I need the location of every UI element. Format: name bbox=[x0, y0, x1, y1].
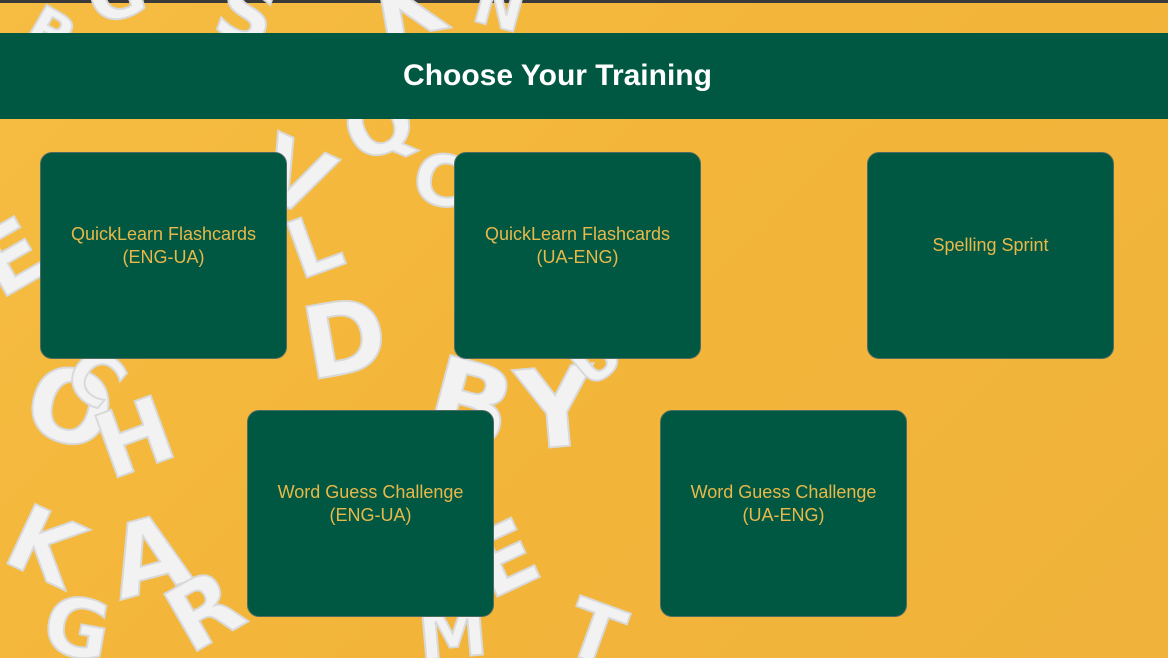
training-card-label: QuickLearn Flashcards (UA-ENG) bbox=[484, 223, 671, 267]
training-card-label: Word Guess Challenge (ENG-UA) bbox=[277, 481, 464, 525]
training-card-label: Word Guess Challenge (UA-ENG) bbox=[690, 481, 877, 525]
svg-text:D: D bbox=[294, 274, 396, 404]
training-card-label: Spelling Sprint bbox=[932, 235, 1049, 255]
svg-text:K: K bbox=[0, 485, 101, 611]
svg-text:R: R bbox=[149, 548, 262, 658]
training-card-word-guess-ua-eng[interactable]: Word Guess Challenge (UA-ENG) bbox=[660, 410, 907, 617]
svg-text:G: G bbox=[37, 577, 118, 658]
svg-text:H: H bbox=[82, 376, 189, 500]
page-title: Choose Your Training bbox=[403, 59, 712, 92]
header-bar: Choose Your Training bbox=[0, 33, 1168, 119]
training-selection-page: G S K B N V Q C L D B Y E O H K A G R E … bbox=[0, 0, 1168, 658]
svg-text:T: T bbox=[554, 580, 637, 658]
training-card-word-guess-eng-ua[interactable]: Word Guess Challenge (ENG-UA) bbox=[247, 410, 494, 617]
svg-text:A: A bbox=[96, 490, 201, 623]
training-card-spelling-sprint[interactable]: Spelling Sprint bbox=[867, 152, 1114, 359]
svg-text:O: O bbox=[14, 340, 126, 475]
training-card-flashcards-ua-eng[interactable]: QuickLearn Flashcards (UA-ENG) bbox=[454, 152, 701, 359]
training-card-flashcards-eng-ua[interactable]: QuickLearn Flashcards (ENG-UA) bbox=[40, 152, 287, 359]
svg-text:Y: Y bbox=[509, 341, 603, 476]
training-card-label: QuickLearn Flashcards (ENG-UA) bbox=[70, 223, 257, 267]
top-border bbox=[0, 0, 1168, 3]
